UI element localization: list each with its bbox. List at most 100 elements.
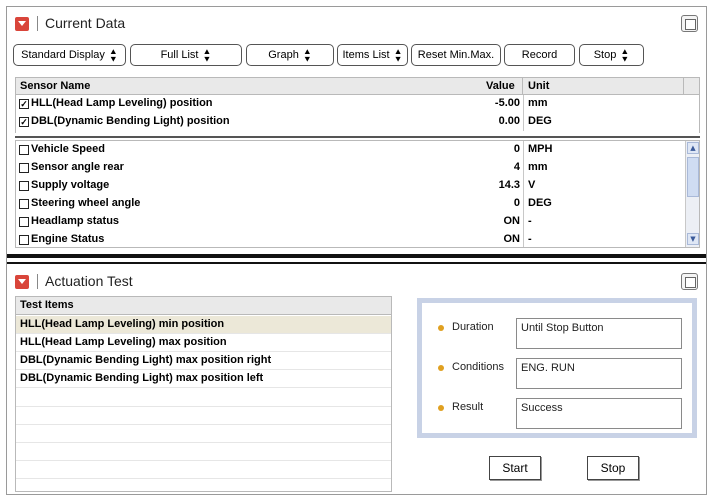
full-list-select[interactable]: Full List ▲ ▼ [130,44,242,66]
items-list-select[interactable]: Items List ▲ ▼ [337,44,408,66]
sensor-unit: V [528,179,536,191]
current-data-title: Current Data [45,15,126,31]
list-item[interactable]: DBL(Dynamic Bending Light) max position … [16,352,391,370]
stop-select[interactable]: Stop ▲ ▼ [579,44,644,66]
sensor-value: ON [503,215,521,227]
value-column-header[interactable]: Value [486,80,515,92]
sensor-name-column-header[interactable]: Sensor Name [20,80,90,92]
maximize-icon[interactable] [681,273,698,290]
sensor-value: 14.3 [498,179,520,191]
scroll-up-icon[interactable]: ▲ [687,142,699,154]
column-divider [523,159,524,177]
result-field: Success [516,398,682,429]
checkbox[interactable] [19,163,29,173]
table-row[interactable]: Engine Status ON - [16,231,686,247]
sensor-value: 0 [513,197,520,209]
sensor-name: DBL(Dynamic Bending Light) position [31,115,230,127]
scroll-down-icon[interactable]: ▼ [687,233,699,245]
column-divider [523,231,524,247]
graph-label: Graph [268,49,299,61]
fixed-sensor-rows: ✓ HLL(Head Lamp Leveling) position -5.00… [15,95,700,133]
checkbox[interactable] [19,199,29,209]
full-list-label: Full List [160,49,199,61]
table-row[interactable]: Headlamp status ON - [16,213,686,231]
sensor-unit: MPH [528,143,553,155]
sensor-name: Engine Status [31,233,105,245]
duration-field: Until Stop Button [516,318,682,349]
sensor-name: Supply voltage [31,179,110,191]
column-divider [523,195,524,213]
sensor-name: Headlamp status [31,215,120,227]
empty-row-line [16,406,391,407]
sensor-name: HLL(Head Lamp Leveling) position [31,97,213,109]
header-separator [37,274,38,289]
column-divider [523,177,524,195]
list-item[interactable]: HLL(Head Lamp Leveling) max position [16,334,391,352]
table-row[interactable]: Steering wheel angle 0 DEG [16,195,686,213]
spinner-icon: ▲ ▼ [202,46,212,64]
sensor-unit: DEG [528,197,552,209]
result-label: Result [452,401,484,413]
conditions-label: Conditions [452,361,504,373]
list-item[interactable]: DBL(Dynamic Bending Light) max position … [16,370,391,388]
empty-row-line [16,478,391,479]
sensor-value: 4 [513,161,520,173]
sensor-grid-header: Sensor Name Value Unit [15,77,700,95]
empty-row-line [16,424,391,425]
stop-button[interactable]: Stop [587,456,639,480]
column-divider [523,95,524,113]
record-label: Record [521,49,558,61]
column-divider [683,78,684,94]
record-button[interactable]: Record [504,44,575,66]
checkbox-checked[interactable]: ✓ [19,99,29,109]
column-divider [522,78,523,94]
test-items-header: Test Items [16,297,391,315]
scroll-thumb[interactable] [687,157,699,197]
stop-label: Stop [593,49,617,61]
sensor-name: Sensor angle rear [31,161,124,173]
reset-min-max-button[interactable]: Reset Min.Max. [411,44,501,66]
table-row[interactable]: Sensor angle rear 4 mm [16,159,686,177]
vertical-scrollbar[interactable]: ▲ ▼ [685,141,699,247]
checkbox-checked[interactable]: ✓ [19,117,29,127]
test-items-list: Test Items HLL(Head Lamp Leveling) min p… [15,296,392,492]
collapse-icon[interactable] [15,17,29,31]
current-data-header: Current Data [7,7,706,35]
unit-column-header[interactable]: Unit [528,80,549,92]
spinner-icon: ▲ ▼ [302,46,312,64]
standard-display-select[interactable]: Standard Display ▲ ▼ [13,44,126,66]
checkbox[interactable] [19,235,29,245]
diagnostic-window: Current Data Standard Display ▲ ▼ Full Li… [6,6,707,495]
sensor-value: ON [503,233,521,245]
test-info-panel: Duration Until Stop Button Conditions EN… [417,298,697,438]
table-row[interactable]: ✓ HLL(Head Lamp Leveling) position -5.00… [16,95,686,113]
actuation-test-title: Actuation Test [45,273,133,289]
start-button[interactable]: Start [489,456,541,480]
sensor-name: Steering wheel angle [31,197,141,209]
collapse-icon[interactable] [15,275,29,289]
sensor-unit: DEG [528,115,552,127]
items-list-label: Items List [342,49,390,61]
checkbox[interactable] [19,145,29,155]
fixed-rows-divider [15,136,700,138]
bullet-icon [438,325,444,331]
conditions-field: ENG. RUN [516,358,682,389]
spinner-icon: ▲ ▼ [620,46,630,64]
maximize-icon[interactable] [681,15,698,32]
list-item-selected[interactable]: HLL(Head Lamp Leveling) min position [16,316,391,334]
sensor-unit: mm [528,161,548,173]
graph-select[interactable]: Graph ▲ ▼ [246,44,334,66]
checkbox[interactable] [19,181,29,191]
table-row[interactable]: Vehicle Speed 0 MPH [16,141,686,159]
checkbox[interactable] [19,217,29,227]
column-divider [523,113,524,131]
duration-label: Duration [452,321,494,333]
header-separator [37,16,38,31]
bullet-icon [438,405,444,411]
spinner-icon: ▲ ▼ [108,46,118,64]
section-divider[interactable] [7,254,706,258]
sensor-unit: mm [528,97,548,109]
empty-row-line [16,460,391,461]
table-row[interactable]: Supply voltage 14.3 V [16,177,686,195]
table-row[interactable]: ✓ DBL(Dynamic Bending Light) position 0.… [16,113,686,131]
